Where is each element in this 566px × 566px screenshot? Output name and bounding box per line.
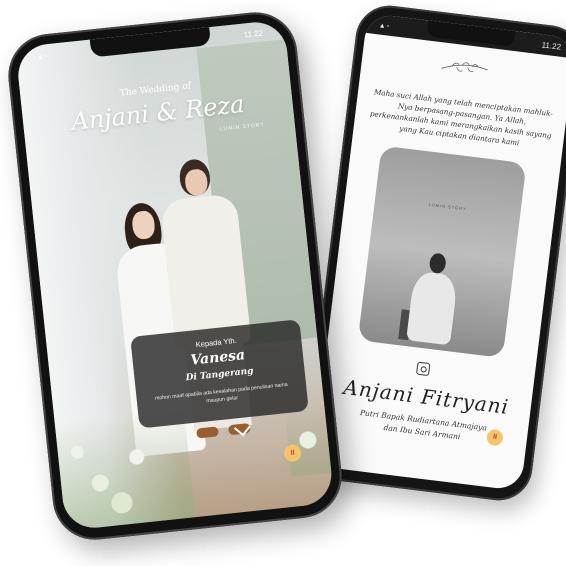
front-phone: ▴ ◦ 11.22 The Wedding of Anjani & Reza L…: [4, 8, 346, 544]
photo-watermark: LUMIN STORY: [428, 201, 467, 212]
groom-shoe-left: [196, 426, 219, 439]
flowers-left: [54, 407, 196, 531]
bride-photo: LUMIN STORY: [357, 145, 527, 358]
status-time: 11.22: [541, 39, 562, 52]
front-phone-screen: ▴ ◦ 11.22 The Wedding of Anjani & Reza L…: [15, 19, 335, 531]
back-phone: ▴ ◦ 11.22 Maha suci Allah yang telah men…: [301, 1, 566, 505]
instagram-icon[interactable]: [415, 361, 431, 377]
status-icons: ▴ ◦: [37, 50, 48, 61]
card-note: mohon maaf apabila ada kesalahan pada pe…: [154, 381, 288, 405]
flowers-right: [284, 403, 332, 477]
status-icons: ▴ ◦: [379, 20, 390, 31]
bride-head: [428, 252, 447, 275]
invitation-card: Kepada Yth. Vanesa Di Tangerang mohon ma…: [130, 319, 309, 429]
bride-dress: [406, 270, 459, 346]
status-time: 11.22: [243, 27, 264, 39]
verse-text: Maha suci Allah yang telah menciptakan m…: [369, 87, 554, 148]
ornament-leaf-icon: [441, 62, 488, 72]
